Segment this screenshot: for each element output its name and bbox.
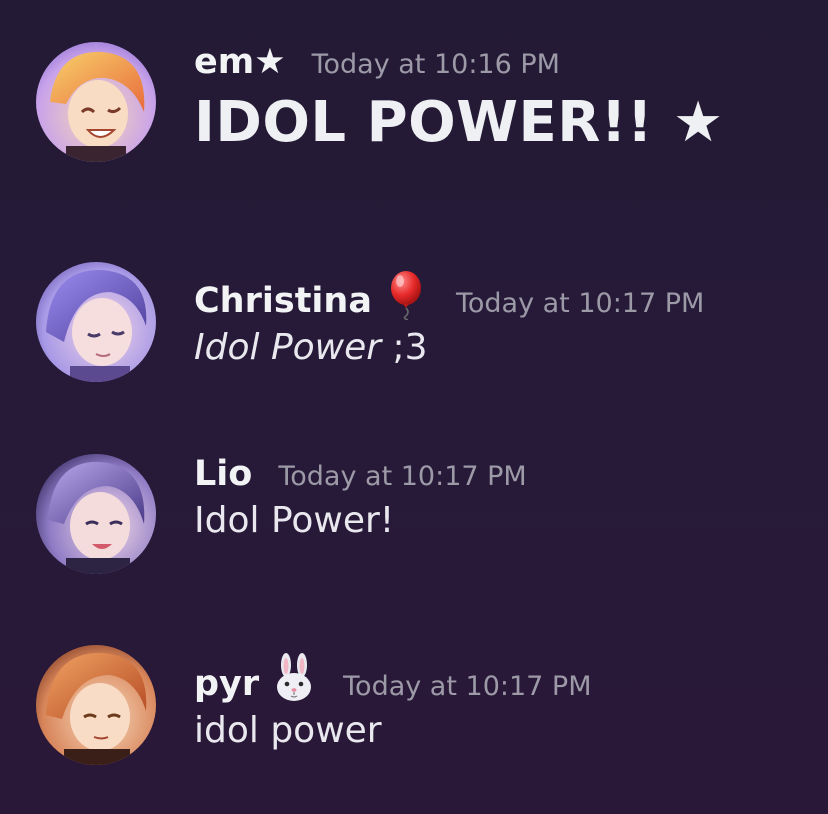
- timestamp: Today at 10:17 PM: [278, 461, 527, 492]
- timestamp: Today at 10:16 PM: [311, 49, 560, 80]
- message-header: em★ Today at 10:16 PM: [194, 42, 828, 82]
- violet-haired-idol-avatar-icon: [36, 454, 156, 574]
- username[interactable]: pyr: [194, 664, 259, 704]
- message-content: Idol Power ;3: [194, 327, 828, 368]
- username[interactable]: Christina: [194, 281, 372, 321]
- timestamp: Today at 10:17 PM: [455, 288, 705, 319]
- avatar[interactable]: [36, 42, 156, 162]
- message-content: IDOL POWER!! ★: [194, 90, 724, 155]
- balloon-emoji-icon: [384, 270, 430, 321]
- message-header: pyr Today at 10:17 PM: [194, 645, 828, 704]
- ginger-haired-idol-avatar-icon: [36, 645, 156, 765]
- message-item[interactable]: pyr Today at 10:17 PM idol power: [36, 645, 828, 775]
- message-header: Christina Today at 10:17 PM: [194, 262, 828, 321]
- rabbit-face-emoji-icon: [271, 653, 317, 703]
- purple-haired-idol-avatar-icon: [36, 262, 156, 382]
- message-text: ;3: [381, 327, 428, 368]
- message-item[interactable]: Christina Today at 10:17 PM Idol Power ;…: [36, 262, 828, 392]
- message-header: Lio Today at 10:17 PM: [194, 454, 828, 494]
- avatar[interactable]: [36, 454, 156, 574]
- message-content: idol power: [194, 710, 382, 751]
- chat-message-list: em★ Today at 10:16 PM IDOL POWER!! ★ Chr…: [0, 0, 828, 814]
- message-item[interactable]: em★ Today at 10:16 PM IDOL POWER!! ★: [36, 42, 828, 172]
- message-item[interactable]: Lio Today at 10:17 PM Idol Power!: [36, 454, 828, 584]
- message-italic-text: Idol Power: [194, 327, 382, 368]
- message-content: Idol Power!: [194, 500, 395, 541]
- avatar[interactable]: [36, 262, 156, 382]
- timestamp: Today at 10:17 PM: [343, 671, 592, 702]
- avatar[interactable]: [36, 645, 156, 765]
- username[interactable]: em★: [194, 42, 286, 82]
- username[interactable]: Lio: [194, 454, 252, 494]
- orange-haired-idol-avatar-icon: [36, 42, 156, 162]
